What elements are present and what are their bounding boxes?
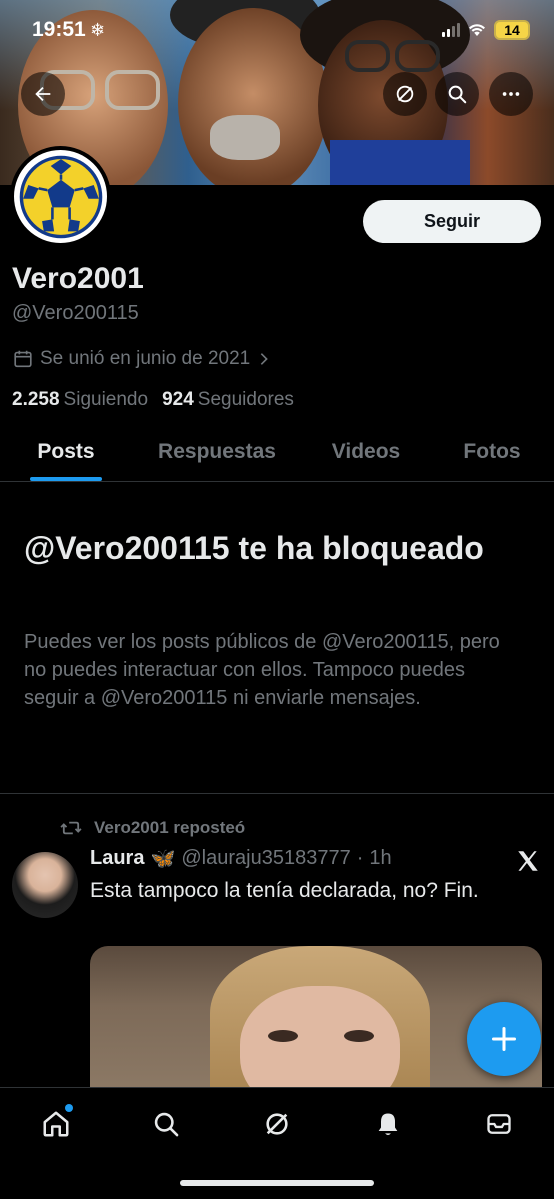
notification-dot xyxy=(65,1104,73,1112)
home-icon xyxy=(43,1111,69,1137)
following-label: Siguiendo xyxy=(63,389,149,410)
tweet-text: Esta tampoco la tenía declarada, no? Fin… xyxy=(90,879,479,902)
signal-icon xyxy=(442,23,460,37)
blocked-title: @Vero200115 te ha bloqueado xyxy=(24,530,484,566)
chevron-right-icon xyxy=(261,353,269,365)
tweet-author-name[interactable]: Laura xyxy=(90,847,144,870)
nav-home[interactable] xyxy=(36,1104,76,1144)
notifications-icon xyxy=(378,1113,398,1136)
tab-respuestas[interactable]: Respuestas xyxy=(132,428,302,481)
calendar-icon xyxy=(14,350,32,368)
following-stat[interactable]: 2.258 Siguiendo xyxy=(12,389,148,411)
nav-notifications[interactable] xyxy=(368,1104,408,1144)
repost-label: Vero2001 reposteó xyxy=(94,818,246,837)
wifi-icon xyxy=(469,24,485,36)
grok-icon xyxy=(396,85,414,103)
followers-label: Seguidores xyxy=(197,389,294,410)
follow-button[interactable]: Seguir xyxy=(363,200,541,243)
nav-messages[interactable] xyxy=(479,1104,519,1144)
home-indicator xyxy=(180,1180,374,1186)
profile-avatar[interactable] xyxy=(10,146,111,247)
tab-label: Posts xyxy=(37,440,95,463)
tab-label: Fotos xyxy=(463,440,521,463)
more-button[interactable] xyxy=(489,72,533,116)
profile-display-name: Vero2001 xyxy=(12,262,144,295)
soccer-ball-icon xyxy=(19,155,102,238)
plus-icon xyxy=(491,1026,517,1052)
x-logo-icon[interactable] xyxy=(515,848,541,874)
follow-stats: 2.258 Siguiendo 924 Seguidores xyxy=(12,389,294,411)
grok-button[interactable] xyxy=(383,72,427,116)
back-arrow-icon xyxy=(35,86,51,102)
tweet-author-avatar[interactable] xyxy=(12,852,78,918)
tweet-separator: · xyxy=(356,847,364,869)
search-icon xyxy=(448,85,467,104)
tab-posts[interactable]: Posts xyxy=(0,428,132,481)
tweet-time[interactable]: 1h xyxy=(369,847,391,870)
profile-tabs: Posts Respuestas Videos Fotos xyxy=(0,428,554,482)
divider xyxy=(0,793,554,794)
tab-label: Respuestas xyxy=(158,440,276,463)
tweet-author-handle[interactable]: @lauraju35183777 xyxy=(181,847,350,870)
active-tab-indicator xyxy=(30,477,102,481)
search-button[interactable] xyxy=(435,72,479,116)
status-time: 19:51 xyxy=(32,18,86,41)
messages-icon xyxy=(487,1114,511,1134)
profile-handle: @Vero200115 xyxy=(12,302,139,324)
followers-count: 924 xyxy=(162,389,194,410)
compose-button[interactable] xyxy=(467,1002,541,1076)
tab-videos[interactable]: Videos xyxy=(302,428,430,481)
repost-indicator[interactable]: Vero2001 reposteó xyxy=(60,818,245,838)
butterfly-icon: 🦋 xyxy=(150,848,176,870)
joined-date[interactable]: Se unió en junio de 2021 xyxy=(12,348,272,370)
search-icon xyxy=(154,1112,179,1137)
tab-fotos[interactable]: Fotos xyxy=(430,428,554,481)
grok-icon xyxy=(266,1113,288,1135)
joined-label: Se unió en junio de 2021 xyxy=(40,348,251,369)
following-count: 2.258 xyxy=(12,389,60,410)
nav-search[interactable] xyxy=(146,1104,186,1144)
more-icon xyxy=(502,92,520,96)
tab-label: Videos xyxy=(331,440,401,463)
followers-stat[interactable]: 924 Seguidores xyxy=(162,389,294,411)
battery-icon: 14 xyxy=(494,20,530,40)
tweet-header: Laura 🦋 @lauraju35183777 · 1h xyxy=(90,846,392,871)
back-button[interactable] xyxy=(21,72,65,116)
repost-icon xyxy=(60,821,82,835)
blocked-description: Puedes ver los posts públicos de @Vero20… xyxy=(24,631,500,709)
nav-grok[interactable] xyxy=(257,1104,297,1144)
snowflake-icon: ❄ xyxy=(90,20,106,40)
status-indicators: 14 xyxy=(442,20,530,40)
